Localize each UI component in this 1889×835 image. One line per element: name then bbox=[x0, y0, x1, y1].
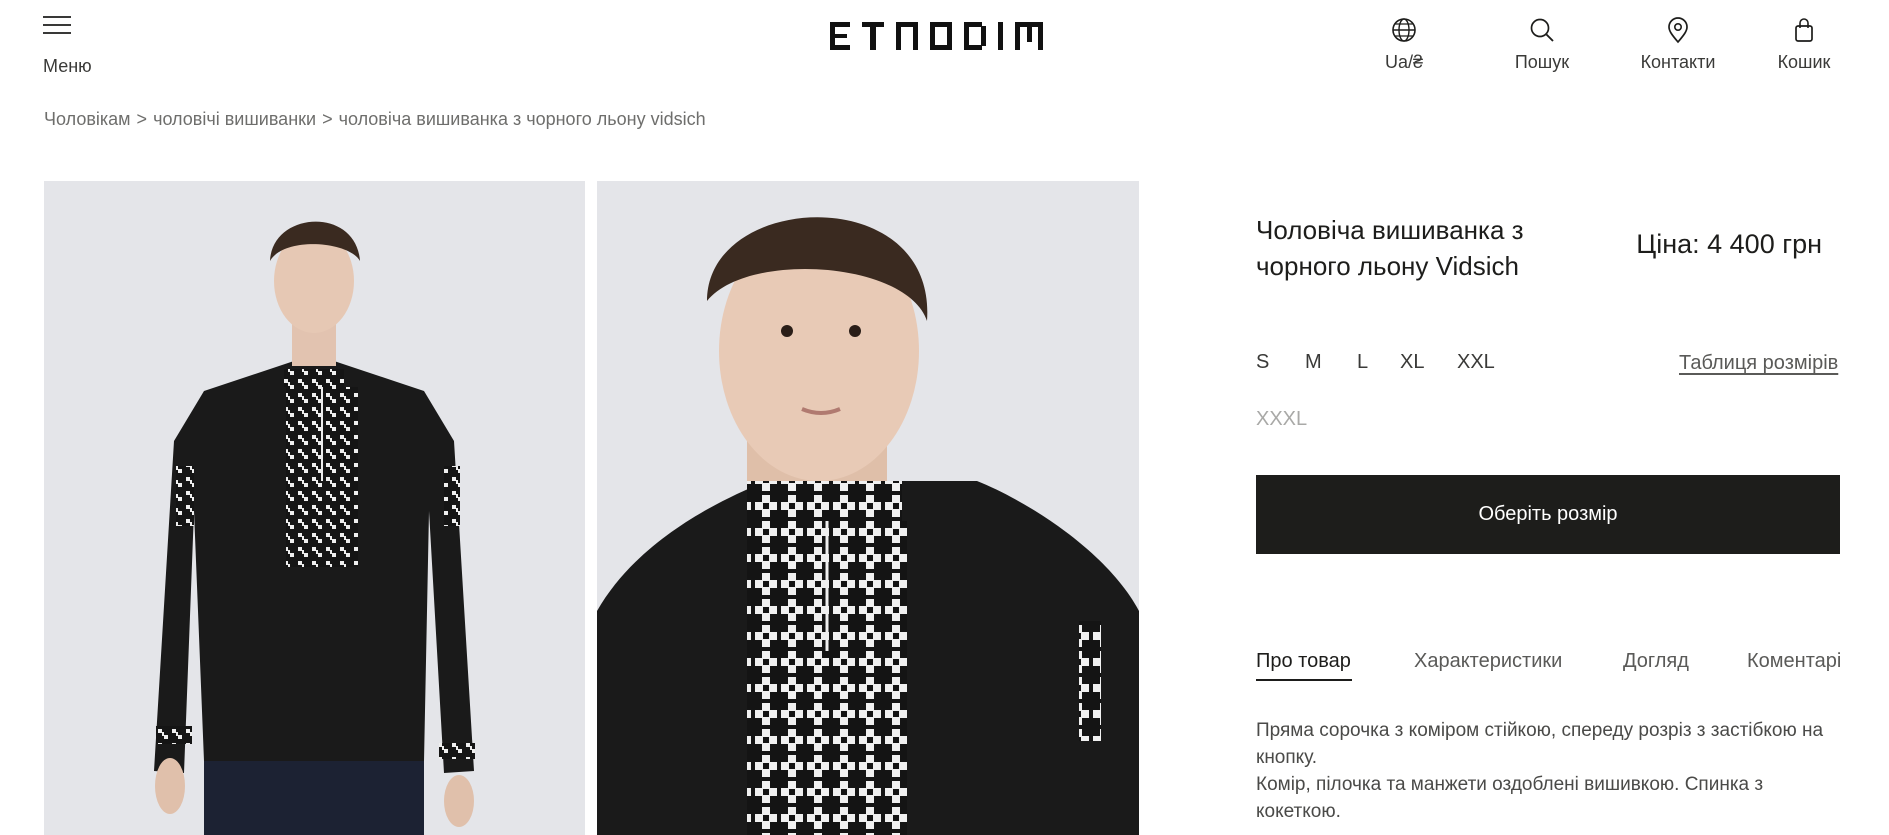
size-option-xxl[interactable]: XXL bbox=[1457, 351, 1495, 374]
breadcrumb-item-category[interactable]: чоловічі вишиванки bbox=[153, 109, 316, 129]
description-paragraph: Пряма сорочка з коміром стійкою, спереду… bbox=[1256, 720, 1824, 768]
size-chart-link[interactable]: Таблиця розмірів bbox=[1679, 352, 1838, 375]
size-option-m[interactable]: M bbox=[1305, 351, 1322, 374]
etnodim-logo bbox=[830, 22, 1043, 50]
product-photo-closeup[interactable] bbox=[597, 181, 1139, 835]
active-tab-indicator bbox=[1256, 679, 1352, 681]
breadcrumb-item-men[interactable]: Чоловікам bbox=[44, 109, 131, 129]
contacts-button[interactable]: Контакти bbox=[1618, 14, 1738, 73]
breadcrumb: Чоловікам > чоловічі вишиванки > чоловіча ви… bbox=[44, 109, 706, 130]
shopping-bag-icon bbox=[1795, 18, 1813, 42]
cart-label: Кошик bbox=[1777, 52, 1831, 72]
search-label: Пошук bbox=[1514, 52, 1570, 72]
search-button[interactable]: Пошук bbox=[1482, 14, 1602, 73]
menu-button[interactable]: Меню bbox=[36, 14, 96, 76]
product-description: Пряма сорочка з коміром стійкою, спереду… bbox=[1256, 717, 1846, 825]
menu-label: Меню bbox=[43, 56, 92, 76]
tab-care[interactable]: Догляд bbox=[1623, 650, 1689, 673]
description-paragraph: Комір, пілочка та манжети оздоблені виши… bbox=[1256, 774, 1764, 822]
breadcrumb-separator: > bbox=[322, 109, 333, 129]
contacts-label: Контакти bbox=[1640, 52, 1716, 72]
product-image-closeup bbox=[597, 181, 1139, 835]
size-option-xl[interactable]: XL bbox=[1400, 351, 1424, 374]
location-pin-icon bbox=[1668, 17, 1688, 44]
breadcrumb-separator: > bbox=[136, 109, 148, 129]
size-option-l[interactable]: L bbox=[1357, 351, 1368, 374]
language-label: Ua/₴ bbox=[1384, 52, 1424, 72]
tab-characteristics[interactable]: Характеристики bbox=[1414, 650, 1562, 673]
language-currency-selector[interactable]: Ua/₴ bbox=[1344, 14, 1464, 73]
select-size-button-label: Оберіть розмір bbox=[1478, 503, 1618, 525]
cart-button[interactable]: Кошик bbox=[1744, 14, 1864, 73]
hamburger-icon bbox=[43, 16, 71, 34]
size-option-s[interactable]: S bbox=[1256, 351, 1269, 374]
product-title: Чоловіча вишиванка з чорного льону Vidsi… bbox=[1256, 215, 1524, 281]
breadcrumb-item-current: чоловіча вишиванка з чорного льону vidsi… bbox=[338, 109, 706, 129]
tab-comments[interactable]: Коментарі bbox=[1747, 650, 1841, 673]
product-image-full-body bbox=[44, 181, 585, 835]
tab-about[interactable]: Про товар bbox=[1256, 650, 1351, 673]
size-option-xxxl-unavailable: XXXL bbox=[1256, 408, 1308, 430]
select-size-button[interactable]: Оберіть розмір bbox=[1256, 475, 1840, 554]
logo[interactable] bbox=[830, 22, 1056, 57]
product-photo-full[interactable] bbox=[44, 181, 585, 835]
search-icon bbox=[1530, 18, 1554, 42]
product-price: Ціна: 4 400 грн bbox=[1636, 229, 1822, 259]
globe-icon bbox=[1392, 18, 1416, 42]
